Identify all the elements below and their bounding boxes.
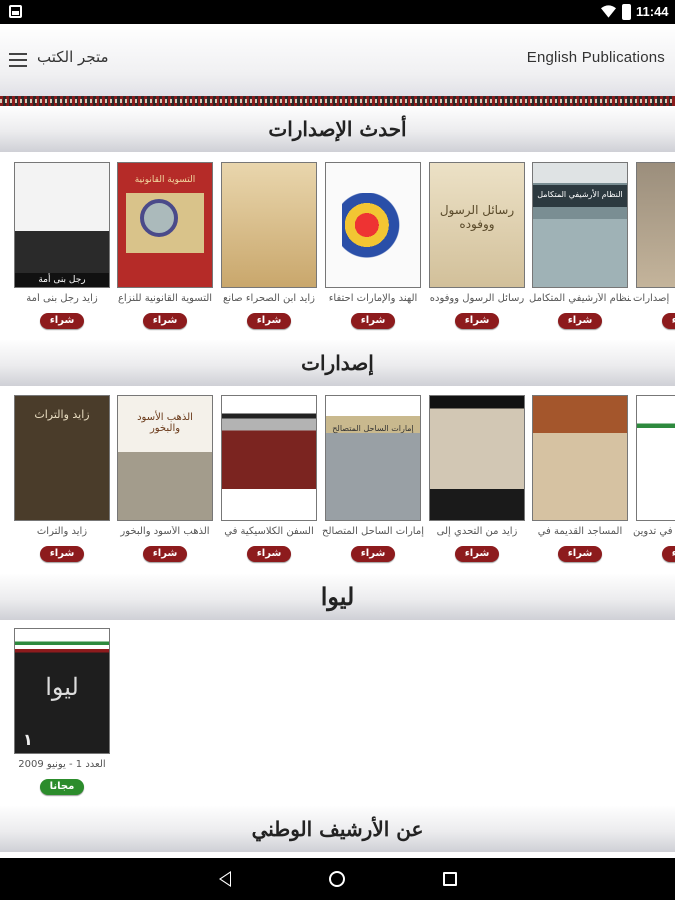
section-header-publications: إصدارات [0,340,675,386]
buy-button[interactable]: شراء [143,546,187,562]
magnifier-icon [140,199,178,237]
book-title: المساجد القديمة في [537,526,623,537]
buy-button[interactable]: شراء [455,546,499,562]
wifi-icon [601,5,616,18]
hamburger-icon[interactable] [9,53,27,67]
free-button[interactable]: مجانا [40,779,84,795]
buy-button[interactable]: شراء [247,313,291,329]
buy-button[interactable]: شراء [40,313,84,329]
book-title: في تدوين [633,526,673,537]
book-cover[interactable] [636,162,675,288]
clock: 11:44 [636,4,669,19]
book-title: زايد ابن الصحراء صانع [223,293,315,304]
status-bar: 11:44 [0,0,675,24]
book-title: السفن الكلاسيكية في [224,526,314,537]
book-title: النظام الأرشيفي المتكامل [529,293,631,304]
recents-icon[interactable] [443,872,457,886]
book-title: الذهب الأسود والبخور [120,526,210,537]
buy-button[interactable]: شراء [455,313,499,329]
buy-button[interactable]: شراء [662,313,675,329]
book-cover[interactable]: رسائل الرسول ووفوده [429,162,525,288]
book-cover[interactable] [429,395,525,521]
book-title: زايد من التحدي إلى [436,526,518,537]
section-header-liwa: ليوا [0,574,675,620]
book-title: إمارات الساحل المتصالح [322,526,424,537]
book-cover[interactable] [221,395,317,521]
shelf-publications[interactable]: زايد والتراث زايد والتراث شراء الذهب الأ… [0,395,675,575]
buy-button[interactable]: شراء [351,313,395,329]
book-title: زايد رجل بنى أمة [26,293,98,304]
buy-button[interactable]: شراء [558,546,602,562]
book-cover[interactable]: إمارات الساحل المتصالح [325,395,421,521]
battery-icon [622,4,631,20]
book-title: إصدارات [633,293,670,304]
book-title: زايد والتراث [36,526,88,537]
back-icon[interactable] [219,871,231,887]
book-cover[interactable] [221,162,317,288]
book-cover[interactable]: ليوا ١ [14,628,110,754]
book-cover[interactable] [532,395,628,521]
book-title: العدد 1 - يونيو 2009 [18,759,106,770]
section-header-latest: أحدث الإصدارات [0,106,675,152]
buy-button[interactable]: شراء [662,546,675,562]
book-cover[interactable]: النظام الأرشيفي المتكامل [532,162,628,288]
book-cover[interactable]: الذهب الأسود والبخور [117,395,213,521]
buy-button[interactable]: شراء [40,546,84,562]
section-header-about: عن الأرشيف الوطني [0,806,675,852]
shelf-latest[interactable]: رجل بنى أمة زايد رجل بنى أمة شراء التسوي… [0,162,675,342]
book-cover[interactable] [325,162,421,288]
decorative-border [0,96,675,106]
buy-button[interactable]: شراء [247,546,291,562]
book-cover[interactable]: التسوية القانونية [117,162,213,288]
book-title: التسوية القانونية للنزاع [117,293,213,304]
app-header: English Publications متجر الكتب [0,24,675,96]
notification-icon [9,5,22,18]
store-title: متجر الكتب [37,48,109,66]
book-cover[interactable] [636,395,675,521]
english-publications-link[interactable]: English Publications [527,49,665,66]
buy-button[interactable]: شراء [351,546,395,562]
buy-button[interactable]: شراء [558,313,602,329]
book-title: الهند والإمارات احتفاء [328,293,418,304]
system-nav-bar [0,858,675,900]
book-cover[interactable]: زايد والتراث [14,395,110,521]
home-icon[interactable] [329,871,345,887]
book-cover[interactable]: رجل بنى أمة [14,162,110,288]
shelf-liwa[interactable]: ليوا ١ العدد 1 - يونيو 2009 مجانا [0,628,675,808]
buy-button[interactable]: شراء [143,313,187,329]
book-title: رسائل الرسول ووفوده [429,293,525,304]
